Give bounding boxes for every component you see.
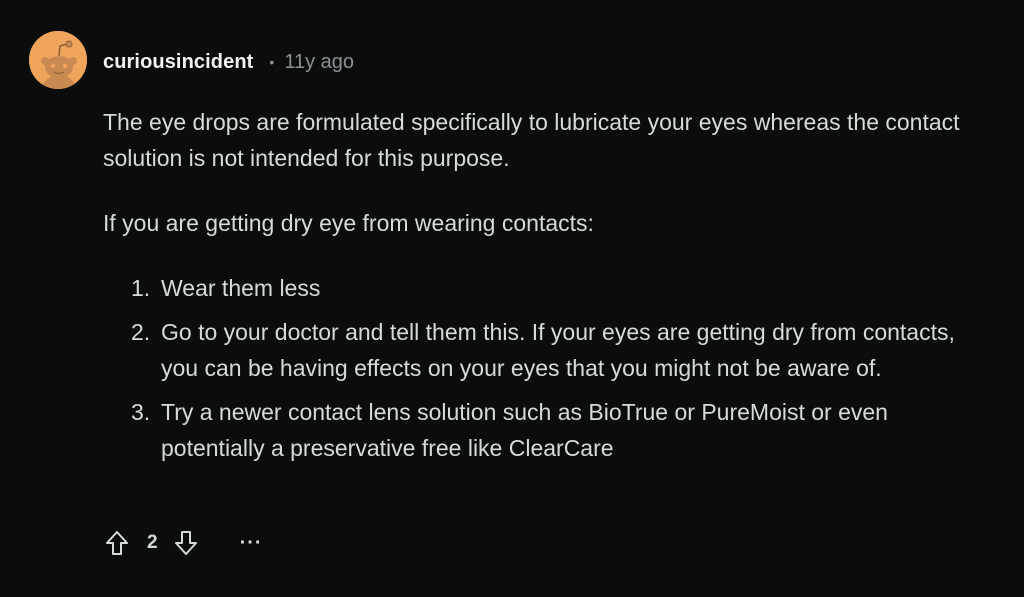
list-item-text: Wear them less [161, 275, 321, 301]
more-options-button[interactable]: ··· [240, 533, 263, 553]
upvote-arrow-icon [106, 531, 128, 555]
downvote-arrow-icon [174, 531, 197, 555]
snoo-avatar-icon [29, 31, 87, 89]
avatar[interactable] [29, 31, 87, 89]
list-item-text: Try a newer contact lens solution such a… [161, 399, 888, 461]
comment: curiousincident • 11y ago The eye drops … [0, 0, 1024, 597]
upvote-button[interactable] [103, 528, 131, 558]
meta-separator: • [269, 54, 275, 70]
list-item-text: Go to your doctor and tell them this. If… [161, 319, 955, 381]
comment-meta: curiousincident • 11y ago [103, 49, 354, 75]
list-item: 1. Wear them less [131, 270, 983, 306]
list-item-number: 3. [131, 399, 151, 425]
comment-timestamp[interactable]: 11y ago [284, 51, 354, 74]
list-item-number: 2. [131, 319, 151, 345]
downvote-button[interactable] [172, 528, 200, 558]
comment-paragraph: The eye drops are formulated specificall… [103, 109, 960, 171]
list-item: 3. Try a newer contact lens solution suc… [131, 394, 983, 466]
username-link[interactable]: curiousincident [103, 51, 253, 74]
comment-body: The eye drops are formulated specificall… [103, 104, 983, 474]
comment-paragraph: If you are getting dry eye from wearing … [103, 210, 594, 236]
vote-score: 2 [147, 532, 158, 553]
list-item-number: 1. [131, 275, 151, 301]
list-item: 2. Go to your doctor and tell them this.… [131, 314, 983, 386]
numbered-list: 1. Wear them less 2. Go to your doctor a… [103, 270, 983, 466]
comment-actions: 2 ··· [103, 527, 263, 559]
